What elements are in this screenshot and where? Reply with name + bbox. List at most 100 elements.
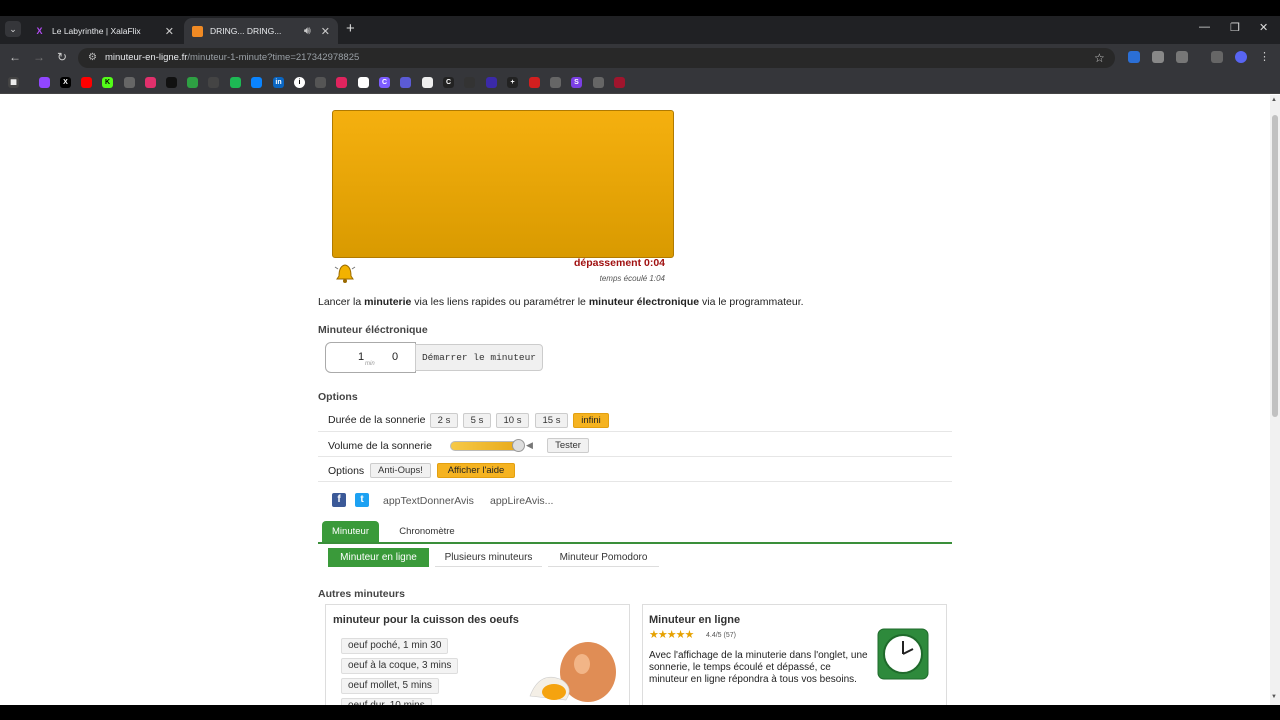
- menu-kebab-icon[interactable]: ⋮: [1259, 51, 1271, 63]
- bookmark-linkedin-icon[interactable]: in: [273, 77, 284, 88]
- new-tab-icon[interactable]: +: [346, 21, 355, 37]
- minutes-input[interactable]: 1: [358, 351, 364, 363]
- forward-icon[interactable]: →: [33, 50, 45, 64]
- minimize-icon[interactable]: —: [1199, 21, 1210, 33]
- bookmark-x-icon[interactable]: X: [60, 77, 71, 88]
- subtab-minuteur-pomodoro[interactable]: Minuteur Pomodoro: [548, 548, 659, 567]
- bookmark-icon[interactable]: [400, 77, 411, 88]
- minutes-unit-label: min: [365, 361, 375, 367]
- bookmark-icon[interactable]: [336, 77, 347, 88]
- intro-bold: minuteur électronique: [588, 296, 700, 308]
- card-description: Avec l'affichage de la minuterie dans l'…: [649, 650, 868, 685]
- timer-display[interactable]: [332, 110, 674, 258]
- bookmark-info-icon[interactable]: i: [294, 77, 305, 88]
- eggs-image: [529, 642, 616, 702]
- site-info-icon[interactable]: ⚙: [88, 52, 97, 63]
- bookmark-icon[interactable]: +: [507, 77, 518, 88]
- duration-2s-chip[interactable]: 2 s: [430, 413, 458, 428]
- seconds-input[interactable]: 0: [392, 351, 398, 363]
- window-close-icon[interactable]: ✕: [1259, 21, 1268, 34]
- url-text[interactable]: minuteur-en-ligne.fr/minuteur-1-minute?t…: [105, 52, 359, 63]
- subtab-plusieurs-minuteurs[interactable]: Plusieurs minuteurs: [435, 548, 542, 567]
- bookmark-icon[interactable]: [550, 77, 561, 88]
- scrollbar-thumb[interactable]: [1272, 115, 1278, 417]
- test-sound-button[interactable]: Tester: [547, 438, 589, 453]
- duration-infinite-chip[interactable]: infini: [573, 413, 609, 428]
- duration-15s-chip[interactable]: 15 s: [535, 413, 568, 428]
- bookmark-icon[interactable]: [315, 77, 326, 88]
- tab-search-dropdown-icon[interactable]: ⌄: [5, 21, 21, 37]
- rating-stars-icon: ★★★★★: [649, 629, 694, 641]
- tab-minuteur[interactable]: Minuteur: [322, 521, 379, 543]
- intro-bold: minuterie: [364, 296, 412, 308]
- twitter-icon[interactable]: t: [355, 493, 369, 507]
- reload-icon[interactable]: ↻: [57, 50, 67, 64]
- clock-icon: [877, 628, 929, 680]
- close-tab-icon[interactable]: ✕: [321, 25, 330, 38]
- bookmark-icon[interactable]: C: [379, 77, 390, 88]
- back-icon[interactable]: ←: [9, 50, 21, 64]
- browser-tab-dring[interactable]: DRING... DRING... 🔊︎ ✕: [184, 18, 338, 44]
- media-controls-icon[interactable]: [1211, 51, 1223, 63]
- bookmark-icon[interactable]: [486, 77, 497, 88]
- extension-icon[interactable]: [1152, 51, 1164, 63]
- browser-tab-labyrinthe[interactable]: X Le Labyrinthe | XalaFlix ✕: [26, 18, 182, 44]
- close-tab-icon[interactable]: ✕: [165, 25, 174, 38]
- bookmark-icon[interactable]: [614, 77, 625, 88]
- bookmark-icon[interactable]: [251, 77, 262, 88]
- card-title[interactable]: Minuteur en ligne: [649, 614, 740, 626]
- extensions-puzzle-icon[interactable]: [1176, 51, 1188, 63]
- give-review-link[interactable]: appTextDonnerAvis: [383, 495, 474, 507]
- intro-text: via les liens rapides ou paramétrer le: [411, 296, 589, 308]
- options-label: Options: [328, 465, 365, 477]
- egg-preset-link[interactable]: oeuf mollet, 5 mins: [341, 678, 439, 694]
- start-timer-button[interactable]: Démarrer le minuteur: [415, 344, 543, 371]
- bookmark-icon[interactable]: [124, 77, 135, 88]
- bookmark-icon[interactable]: [187, 77, 198, 88]
- bookmark-icon[interactable]: [422, 77, 433, 88]
- audio-playing-icon[interactable]: 🔊︎: [304, 25, 311, 38]
- screen-bottom-bar: [0, 705, 1280, 720]
- card-title[interactable]: minuteur pour la cuisson des oeufs: [333, 614, 519, 626]
- volume-slider-knob[interactable]: [512, 439, 525, 452]
- egg-preset-link[interactable]: oeuf poché, 1 min 30: [341, 638, 449, 654]
- bookmark-twitch-icon[interactable]: [39, 77, 50, 88]
- time-input-group[interactable]: [325, 342, 416, 373]
- screen-top-bar: [0, 0, 1280, 16]
- facebook-icon[interactable]: f: [332, 493, 346, 507]
- electronic-timer-heading: Minuteur éléctronique: [318, 324, 428, 336]
- bookmark-star-icon[interactable]: ☆: [1094, 51, 1105, 65]
- overtime-text: dépassement 0:04: [573, 257, 665, 269]
- duration-5s-chip[interactable]: 5 s: [463, 413, 491, 428]
- bookmark-icon[interactable]: [464, 77, 475, 88]
- bookmark-icon[interactable]: S: [571, 77, 582, 88]
- read-reviews-link[interactable]: appLireAvis...: [490, 495, 553, 507]
- rating-text: 4.4/5 (57): [706, 632, 736, 639]
- bookmark-icon[interactable]: [529, 77, 540, 88]
- scroll-down-arrow-icon[interactable]: ▼: [1271, 694, 1277, 700]
- apps-grid-icon[interactable]: ▦: [8, 77, 19, 88]
- bookmark-youtube-icon[interactable]: [81, 77, 92, 88]
- show-help-button[interactable]: Afficher l'aide: [437, 463, 515, 478]
- profile-avatar-icon[interactable]: [1235, 51, 1247, 63]
- bookmark-icon[interactable]: [208, 77, 219, 88]
- extension-icon[interactable]: [1128, 51, 1140, 63]
- anti-oups-button[interactable]: Anti-Oups!: [370, 463, 431, 478]
- subtab-minuteur-en-ligne[interactable]: Minuteur en ligne: [328, 548, 429, 567]
- scroll-up-arrow-icon[interactable]: ▲: [1271, 97, 1277, 103]
- maximize-icon[interactable]: ❐: [1230, 21, 1240, 34]
- xalaflix-favicon-icon: X: [36, 25, 43, 36]
- tab-title: Le Labyrinthe | XalaFlix: [52, 26, 141, 36]
- elapsed-time-text: temps écoulé 1:04: [599, 274, 665, 283]
- bookmark-icon[interactable]: [593, 77, 604, 88]
- url-host: minuteur-en-ligne.fr: [105, 52, 188, 63]
- bookmark-icon[interactable]: [358, 77, 369, 88]
- bookmark-kick-icon[interactable]: K: [102, 77, 113, 88]
- bookmark-icon[interactable]: [230, 77, 241, 88]
- egg-preset-link[interactable]: oeuf à la coque, 3 mins: [341, 658, 459, 674]
- tab-chronometre[interactable]: Chronomètre: [389, 521, 465, 543]
- bookmark-icon[interactable]: C: [443, 77, 454, 88]
- bookmark-tiktok-icon[interactable]: [166, 77, 177, 88]
- duration-10s-chip[interactable]: 10 s: [496, 413, 529, 428]
- bookmark-instagram-icon[interactable]: [145, 77, 156, 88]
